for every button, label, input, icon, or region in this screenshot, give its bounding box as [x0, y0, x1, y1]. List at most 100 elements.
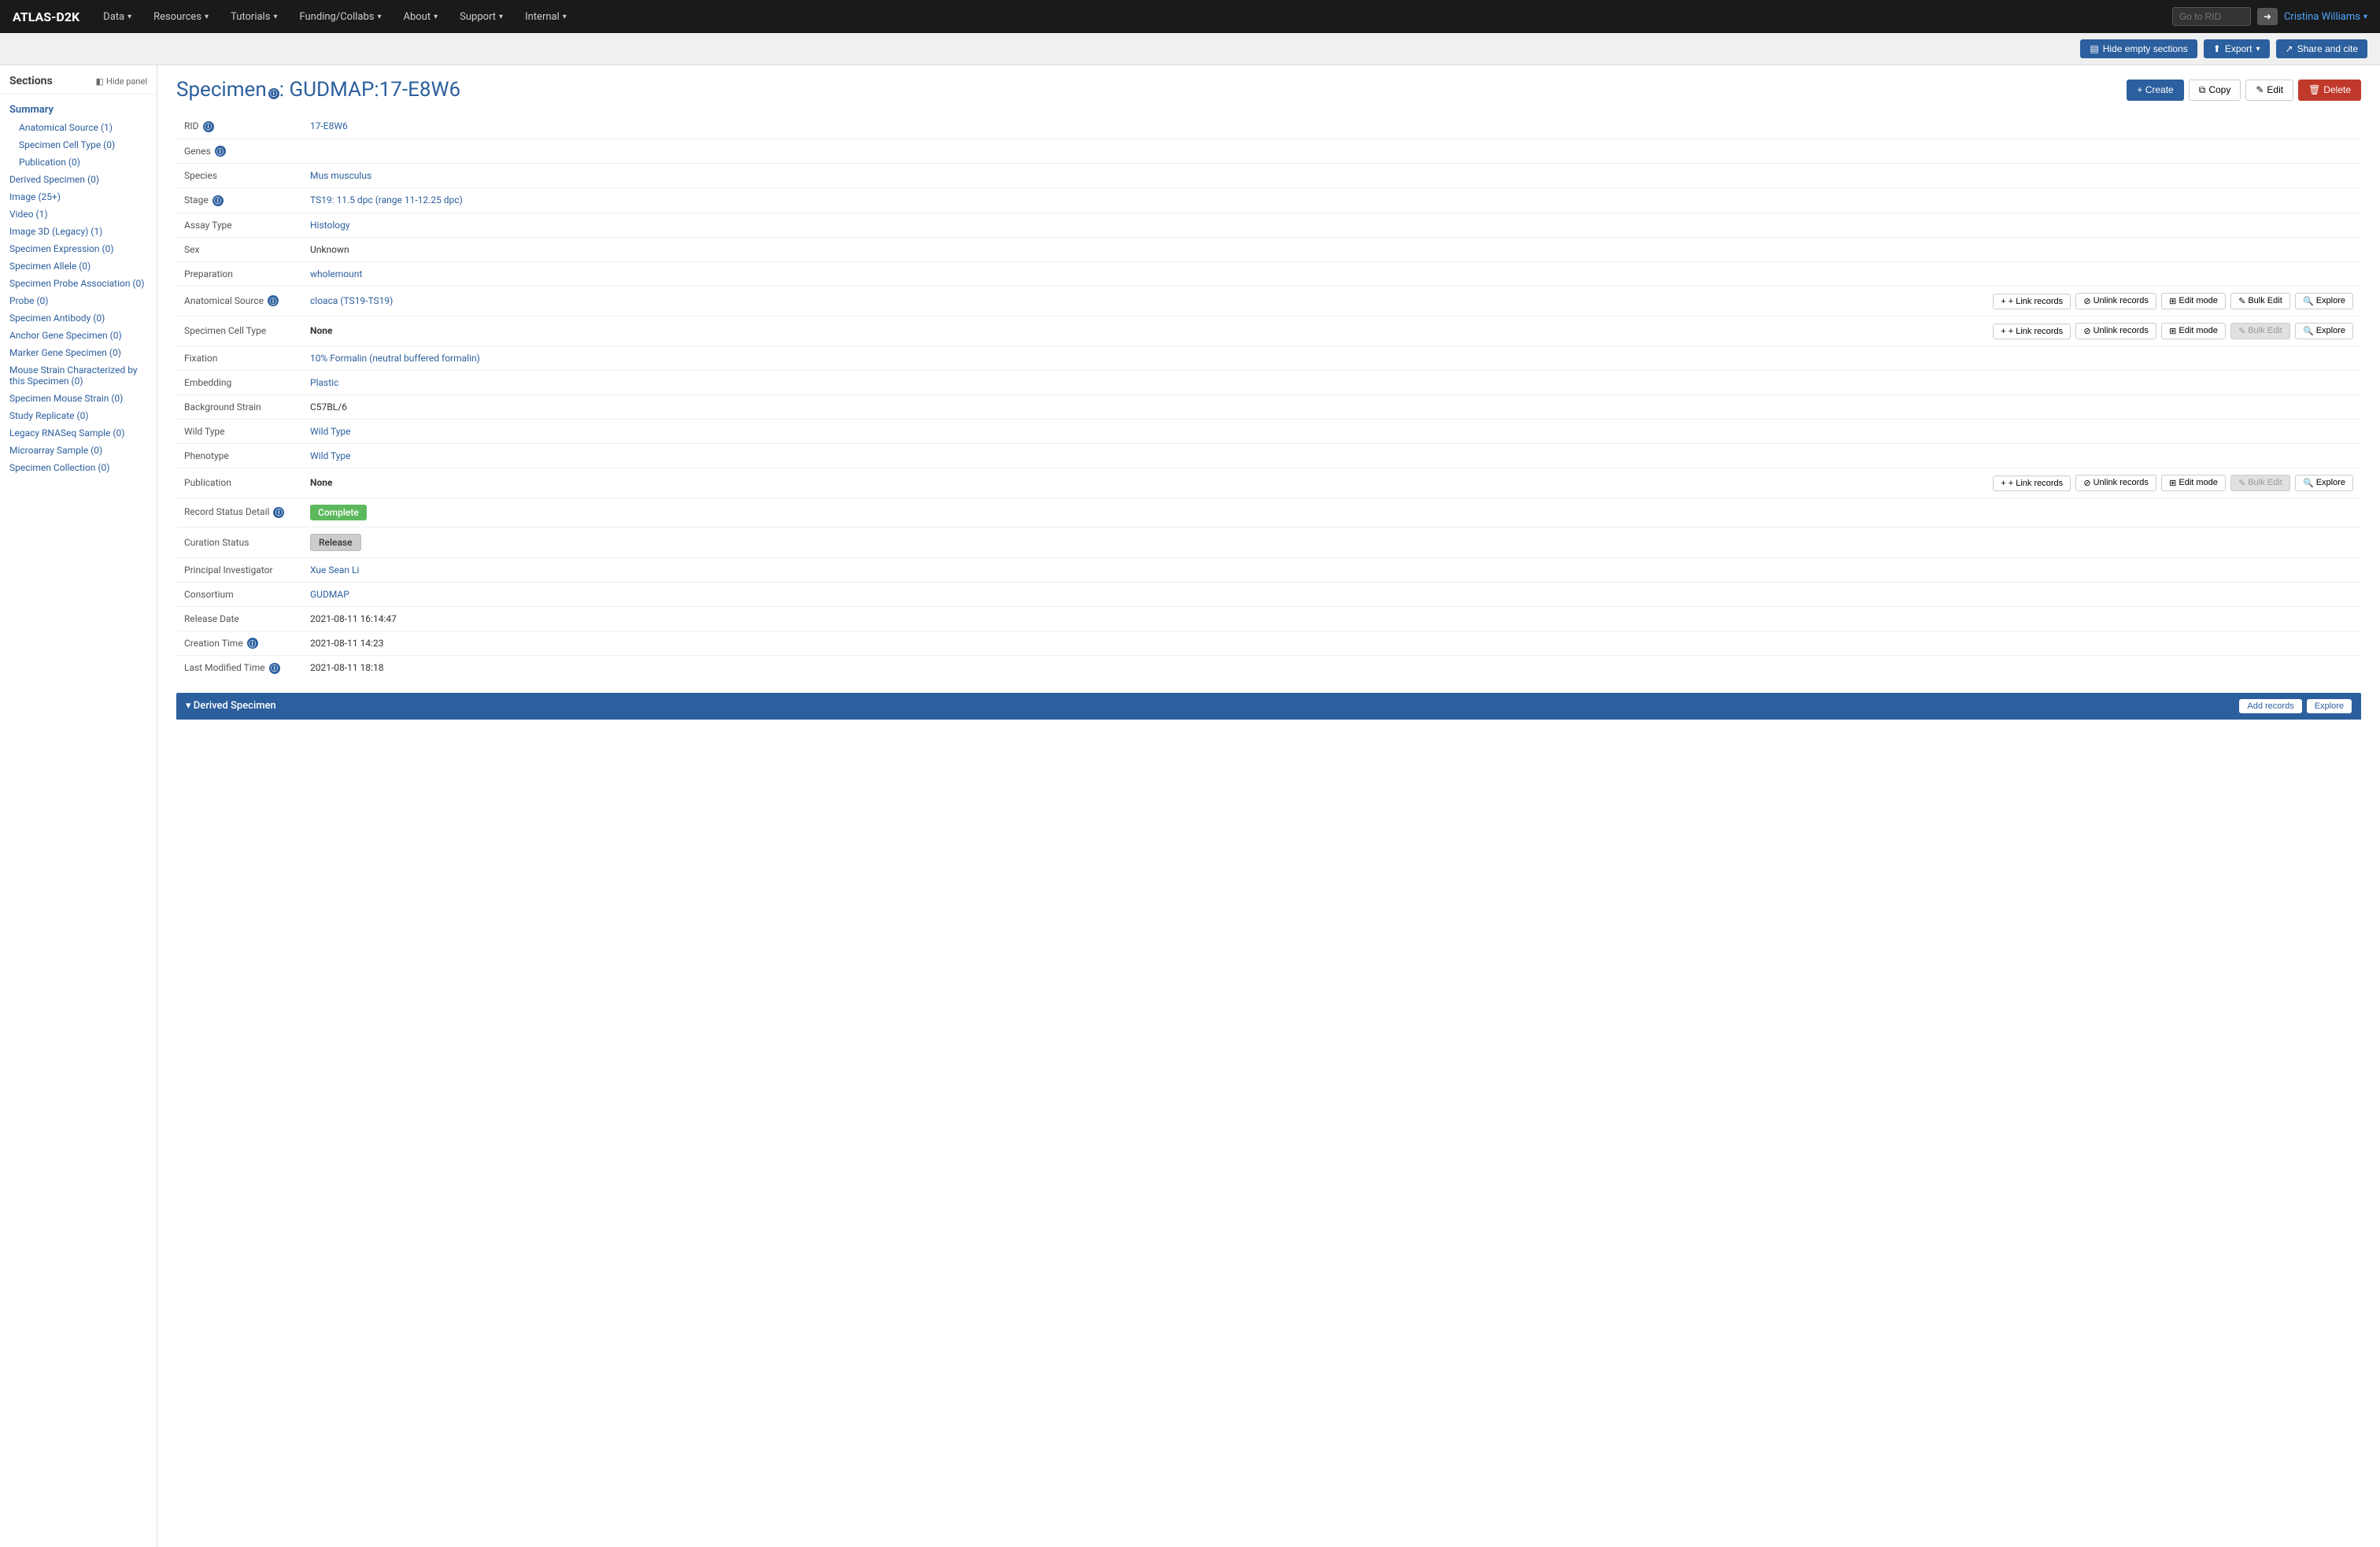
delete-button[interactable]: 🗑 Delete	[2298, 80, 2361, 101]
row-fixation: Fixation 10% Formalin (neutral buffered …	[176, 346, 2361, 370]
goto-rid-input[interactable]	[2172, 7, 2251, 26]
nav-tutorials[interactable]: Tutorials ▾	[223, 6, 285, 28]
anatomical-source-explore-button[interactable]: 🔍 Explore	[2295, 293, 2353, 309]
sidebar-item-microarray[interactable]: Microarray Sample (0)	[0, 442, 157, 459]
row-curation-status: Curation Status Release	[176, 527, 2361, 557]
pi-link[interactable]: Xue Sean Li	[310, 564, 359, 575]
nav-about-chevron: ▾	[434, 13, 438, 21]
sidebar-item-probe[interactable]: Probe (0)	[0, 292, 157, 309]
sidebar-item-specimen-allele[interactable]: Specimen Allele (0)	[0, 257, 157, 275]
actions-fixation	[980, 346, 2361, 370]
nav-resources[interactable]: Resources ▾	[146, 6, 216, 28]
species-link[interactable]: Mus musculus	[310, 170, 371, 181]
actions-specimen-cell-type: + + Link records ⊘ Unlink records ⊞ Edit…	[980, 316, 2361, 346]
anatomical-source-bulk-edit-button[interactable]: ✎ Bulk Edit	[2230, 293, 2290, 309]
sidebar-item-specimen-antibody[interactable]: Specimen Antibody (0)	[0, 309, 157, 327]
publication-link-button[interactable]: + + Link records	[1993, 476, 2071, 491]
user-menu[interactable]: Cristina Williams ▾	[2284, 11, 2367, 23]
consortium-link[interactable]: GUDMAP	[310, 589, 349, 600]
nav-support[interactable]: Support ▾	[452, 6, 511, 28]
anatomical-source-info-icon[interactable]: ⓘ	[268, 295, 279, 306]
sidebar-item-video[interactable]: Video (1)	[0, 205, 157, 223]
nav-about[interactable]: About ▾	[396, 6, 446, 28]
label-sex: Sex	[176, 237, 302, 261]
creation-time-info-icon[interactable]: ⓘ	[247, 638, 258, 649]
sidebar-item-rnaseq[interactable]: Legacy RNASeq Sample (0)	[0, 424, 157, 442]
sidebar-item-specimen-mouse-strain[interactable]: Specimen Mouse Strain (0)	[0, 390, 157, 407]
subtoolbar: ▤ Hide empty sections ⬆ Export ▾ ↗ Share…	[0, 33, 2380, 65]
sidebar-item-anchor-gene[interactable]: Anchor Gene Specimen (0)	[0, 327, 157, 344]
explore-icon-2: 🔍	[2303, 326, 2314, 336]
sidebar-item-publication[interactable]: Publication (0)	[0, 154, 157, 171]
label-specimen-cell-type: Specimen Cell Type	[176, 316, 302, 346]
actions-pi	[980, 557, 2361, 582]
value-release-date: 2021-08-11 16:14:47	[302, 606, 980, 631]
anatomical-source-link[interactable]: cloaca (TS19-TS19)	[310, 295, 393, 306]
edit-icon: ✎	[2256, 84, 2264, 95]
export-button[interactable]: ⬆ Export ▾	[2204, 39, 2270, 58]
publication-explore-button[interactable]: 🔍 Explore	[2295, 475, 2353, 491]
publication-unlink-button[interactable]: ⊘ Unlink records	[2075, 475, 2156, 491]
stage-link[interactable]: TS19: 11.5 dpc (range 11-12.25 dpc)	[310, 194, 463, 205]
fixation-link[interactable]: 10% Formalin (neutral buffered formalin)	[310, 353, 480, 364]
sidebar-item-image[interactable]: Image (25+)	[0, 188, 157, 205]
wild-type-link[interactable]: Wild Type	[310, 426, 351, 437]
copy-button[interactable]: ⧉ Copy	[2189, 80, 2241, 101]
nav-data[interactable]: Data ▾	[95, 6, 139, 28]
row-specimen-cell-type: Specimen Cell Type None + + Link records…	[176, 316, 2361, 346]
sidebar-item-specimen-cell-type[interactable]: Specimen Cell Type (0)	[0, 136, 157, 154]
embedding-link[interactable]: Plastic	[310, 377, 338, 388]
main-layout: Sections ◧ Hide panel Summary Anatomical…	[0, 65, 2380, 1547]
edit-mode-icon-2: ⊞	[2169, 326, 2176, 336]
derived-add-button[interactable]: Add records	[2239, 699, 2301, 713]
edit-button[interactable]: ✎ Edit	[2245, 80, 2293, 101]
record-status-info-icon[interactable]: ⓘ	[273, 507, 284, 518]
specimen-cell-type-explore-button[interactable]: 🔍 Explore	[2295, 323, 2353, 339]
sidebar-item-collection[interactable]: Specimen Collection (0)	[0, 459, 157, 476]
rid-link[interactable]: 17-E8W6	[310, 120, 348, 131]
actions-consortium	[980, 582, 2361, 606]
page-title-info-icon[interactable]: ⓘ	[268, 88, 279, 99]
assay-type-link[interactable]: Histology	[310, 220, 350, 231]
sidebar-item-image3d[interactable]: Image 3D (Legacy) (1)	[0, 223, 157, 240]
anatomical-source-edit-mode-button[interactable]: ⊞ Edit mode	[2161, 293, 2226, 309]
anatomical-source-link-button[interactable]: + + Link records	[1993, 294, 2071, 309]
value-genes	[302, 139, 980, 164]
anatomical-source-unlink-button[interactable]: ⊘ Unlink records	[2075, 293, 2156, 309]
goto-rid-button[interactable]: ➜	[2257, 8, 2278, 25]
export-chevron: ▾	[2256, 45, 2260, 54]
rid-info-icon[interactable]: ⓘ	[203, 121, 214, 132]
sidebar-item-summary[interactable]: Summary	[0, 101, 157, 119]
sidebar-item-marker-gene[interactable]: Marker Gene Specimen (0)	[0, 344, 157, 361]
row-wild-type: Wild Type Wild Type	[176, 419, 2361, 443]
hide-panel-button[interactable]: ◧ Hide panel	[96, 76, 147, 87]
sidebar-item-specimen-expression[interactable]: Specimen Expression (0)	[0, 240, 157, 257]
stage-info-icon[interactable]: ⓘ	[213, 195, 224, 206]
sidebar-item-derived-specimen[interactable]: Derived Specimen (0)	[0, 171, 157, 188]
specimen-cell-type-link-button[interactable]: + + Link records	[1993, 324, 2071, 339]
phenotype-link[interactable]: Wild Type	[310, 450, 351, 461]
nav-internal-chevron: ▾	[563, 13, 567, 21]
preparation-link[interactable]: wholemount	[310, 268, 362, 279]
actions-background-strain	[980, 394, 2361, 419]
nav-funding[interactable]: Funding/Collabs ▾	[291, 6, 389, 28]
row-principal-investigator: Principal Investigator Xue Sean Li	[176, 557, 2361, 582]
sidebar-item-anatomical-source[interactable]: Anatomical Source (1)	[0, 119, 157, 136]
section-chevron[interactable]: ▾	[186, 700, 191, 712]
share-cite-button[interactable]: ↗ Share and cite	[2276, 39, 2367, 58]
publication-edit-mode-button[interactable]: ⊞ Edit mode	[2161, 475, 2226, 491]
sidebar-item-probe-association[interactable]: Specimen Probe Association (0)	[0, 275, 157, 292]
create-button[interactable]: + Create	[2127, 80, 2183, 101]
value-rid: 17-E8W6	[302, 114, 980, 139]
derived-explore-button[interactable]: Explore	[2307, 699, 2352, 713]
nav-internal[interactable]: Internal ▾	[517, 6, 575, 28]
specimen-cell-type-bulk-edit-button: ✎ Bulk Edit	[2230, 323, 2290, 339]
sidebar-item-study-replicate[interactable]: Study Replicate (0)	[0, 407, 157, 424]
last-modified-info-icon[interactable]: ⓘ	[269, 663, 280, 674]
sidebar-item-mouse-strain[interactable]: Mouse Strain Characterized by this Speci…	[0, 361, 157, 390]
genes-info-icon[interactable]: ⓘ	[215, 146, 226, 157]
label-record-status: Record Status Detail ⓘ	[176, 498, 302, 527]
hide-empty-button[interactable]: ▤ Hide empty sections	[2080, 39, 2197, 58]
specimen-cell-type-edit-mode-button[interactable]: ⊞ Edit mode	[2161, 323, 2226, 339]
specimen-cell-type-unlink-button[interactable]: ⊘ Unlink records	[2075, 323, 2156, 339]
